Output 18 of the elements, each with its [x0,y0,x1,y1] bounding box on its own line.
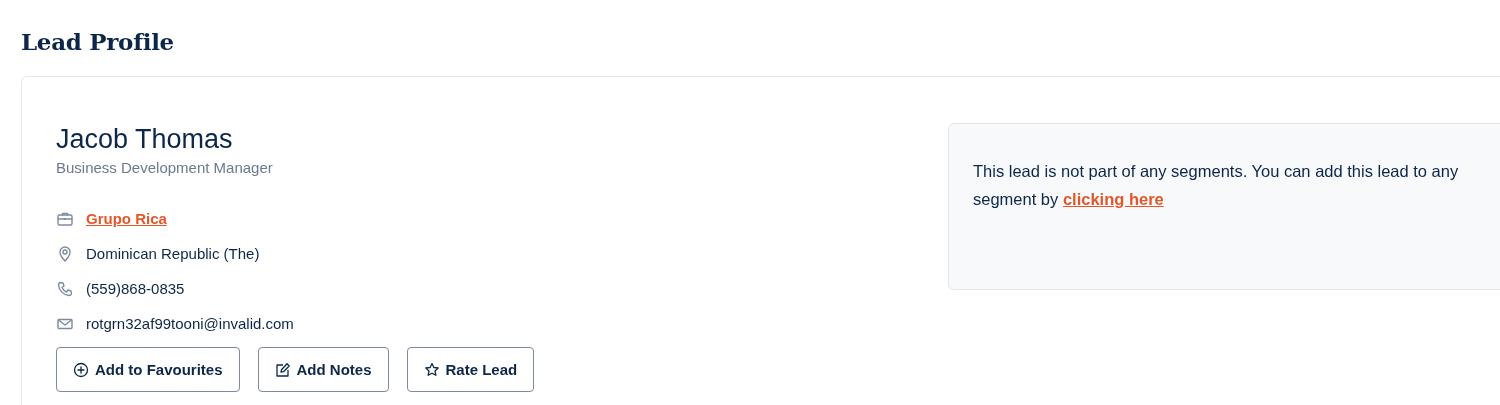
lead-name: Jacob Thomas [56,122,234,155]
email-text: rotgrn32af99tooni@invalid.com [86,313,294,334]
phone-text: (559)868-0835 [86,278,185,299]
location-pin-icon [56,245,74,263]
location-text: Dominican Republic (The) [86,243,260,264]
edit-icon [274,362,291,378]
segments-message: This lead is not part of any segments. You can add this lead to any segment by clicking here [973,160,1460,210]
page-title: Lead Profile [21,28,175,56]
add-to-segment-link[interactable]: clicking here [1062,189,1164,208]
plus-circle-icon [73,362,89,378]
star-button[interactable]: Rate Lead [406,347,535,393]
job-title: Business Development Manager [56,158,274,178]
phone-icon [56,280,74,298]
company-link[interactable]: Grupo Rica [86,207,167,231]
briefcase-icon [56,210,74,228]
star-icon [423,362,440,378]
edit-button[interactable]: Add Notes [257,347,389,393]
plus-circle-button[interactable]: Add to Favourites [56,347,240,393]
